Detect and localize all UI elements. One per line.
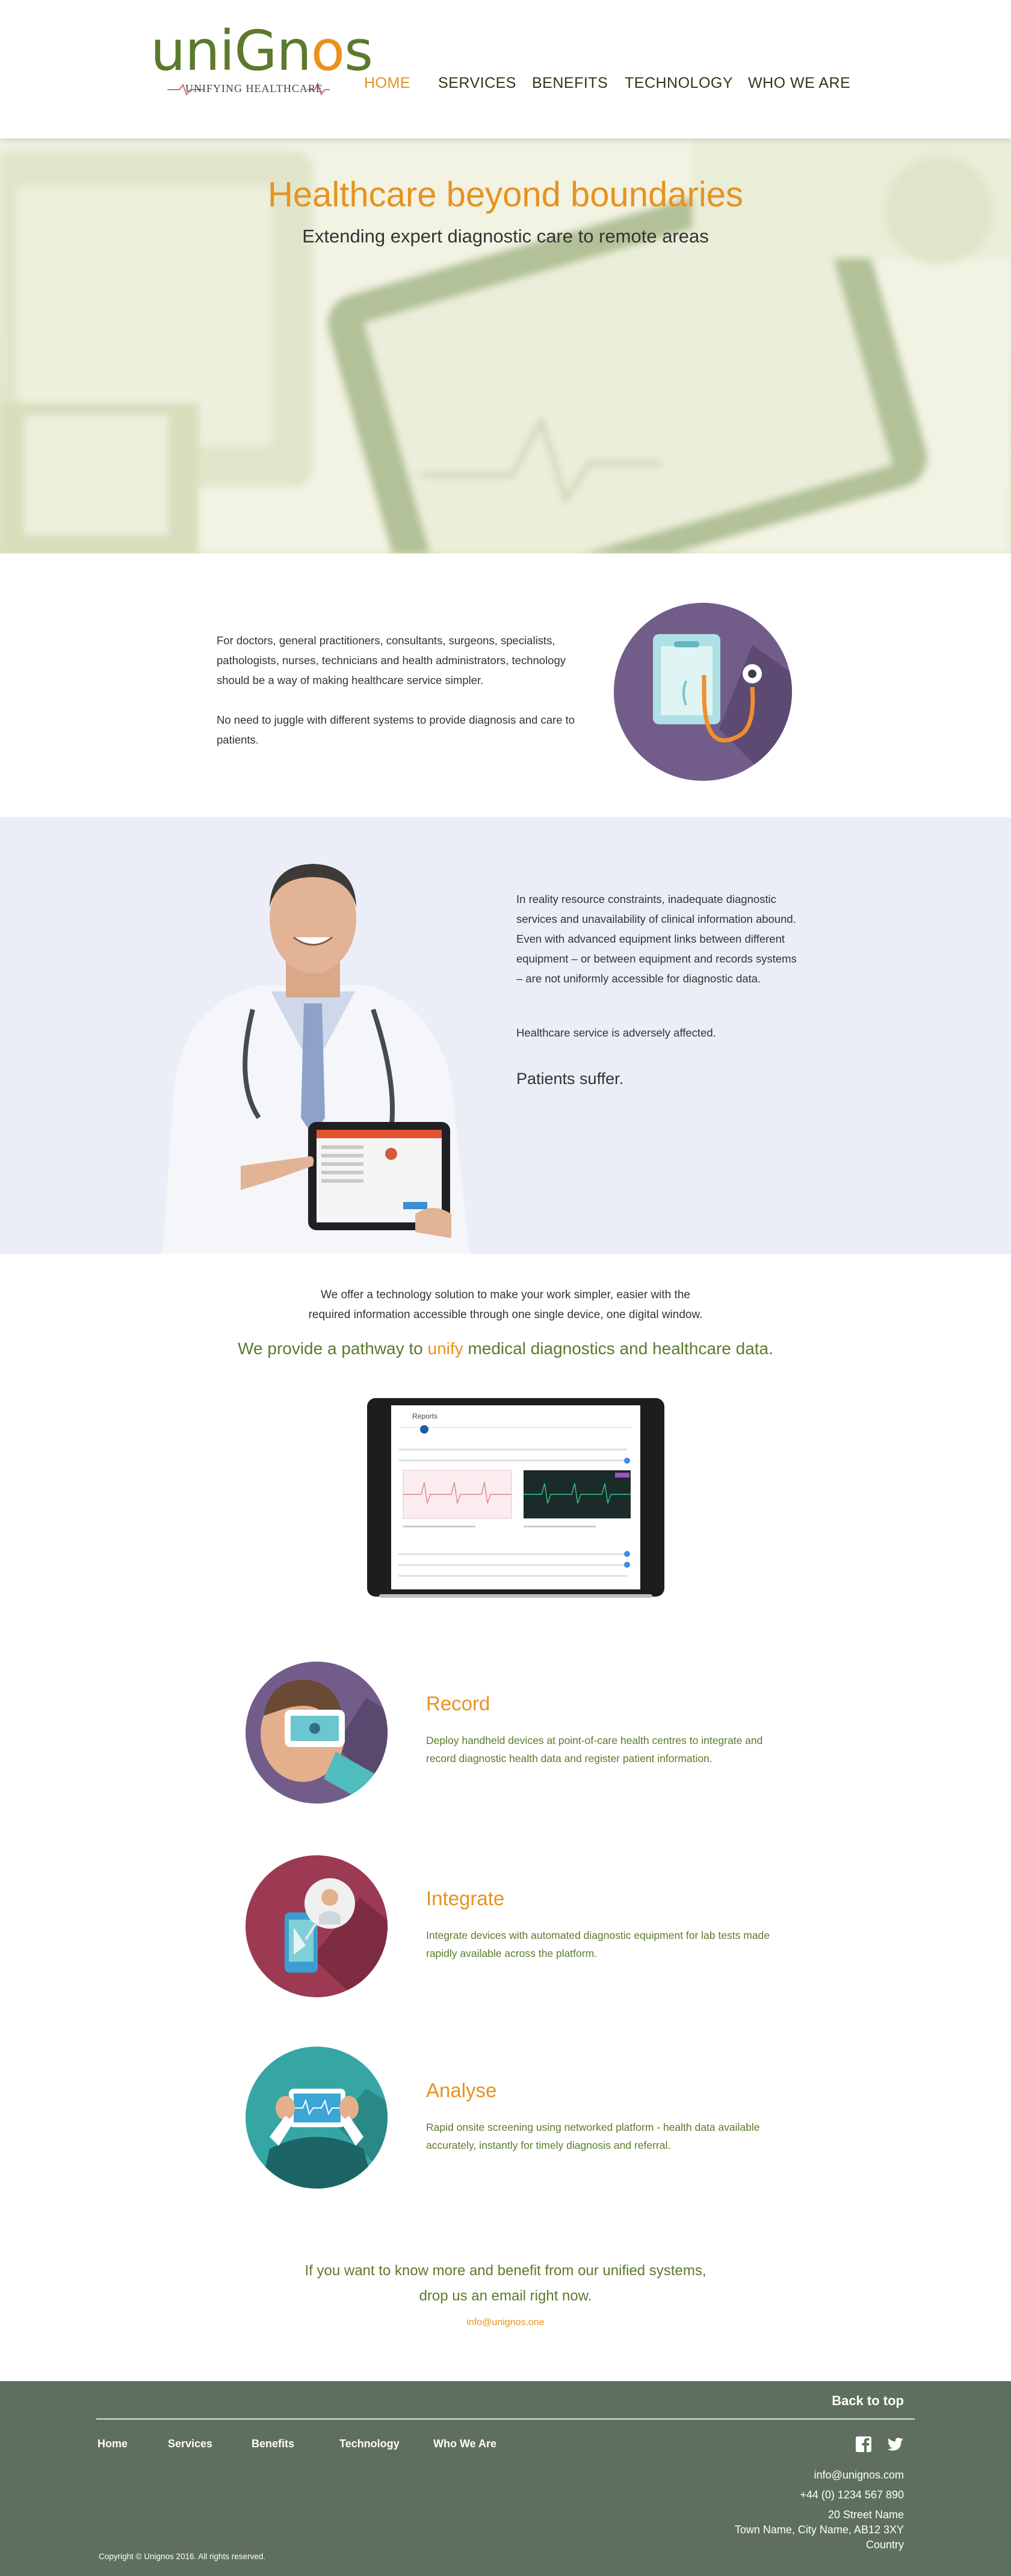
problem-section: In reality resource constraints, inadequ… [0,817,1011,1254]
feature-title-analyse: Analyse [426,2079,497,2101]
cta-line-2: drop us an email right now. [419,2288,592,2304]
nav-technology[interactable]: TECHNOLOGY [625,75,733,92]
problem-emphasis: Patients suffer. [516,1070,624,1088]
integrate-icon [246,1855,388,1997]
hero-subtitle: Extending expert diagnostic care to remo… [302,226,709,247]
svg-text:Reports: Reports [412,1412,437,1420]
footer-email-link[interactable]: info@unignos.com [735,2465,904,2485]
logo-wordmark: uniGnos [150,19,373,83]
nav-who-we-are[interactable]: WHO WE ARE [748,75,850,92]
nav-benefits[interactable]: BENEFITS [532,75,608,92]
problem-paragraph-2: Healthcare service is adversely affected… [516,1026,716,1039]
doctor-with-tablet-image [162,864,469,1254]
facebook-icon[interactable] [855,2435,873,2453]
footer-address-line-3: Country [865,2539,904,2551]
intro-paragraph: For doctors, general practitioners, cons… [217,634,566,686]
site-footer: Back to top Home Services Benefits Techn… [0,2381,1011,2576]
footer-divider [96,2418,915,2420]
intro-paragraph-2: No need to juggle with different systems… [217,713,575,746]
back-to-top-link[interactable]: Back to top [832,2393,904,2409]
footer-nav-services[interactable]: Services [168,2438,212,2450]
twitter-icon[interactable] [886,2435,904,2453]
solution-text: We offer a technology solution to make y… [0,1285,1011,1325]
feature-title-integrate: Integrate [426,1887,505,1909]
stethoscope-tablet-icon [614,603,792,781]
footer-nav-who-we-are[interactable]: Who We Are [433,2438,496,2450]
feature-desc-record: Deploy handheld devices at point-of-care… [426,1734,763,1764]
footer-nav-benefits[interactable]: Benefits [252,2438,294,2450]
logo[interactable]: uniGnos UNIFYING HEALTHCARE [150,21,373,100]
footer-nav-technology[interactable]: Technology [339,2438,400,2450]
nav-home[interactable]: HOME [364,75,410,92]
site-header: uniGnos UNIFYING HEALTHCARE HOME SERVICE… [0,0,1011,138]
solution-line-1: We offer a technology solution to make y… [321,1289,690,1301]
analyse-icon [246,2047,388,2189]
record-icon [246,1662,388,1804]
cta-line-1: If you want to know more and benefit fro… [305,2263,706,2279]
footer-phone: +44 (0) 1234 567 890 [800,2489,904,2501]
reports-tablet-image: Reports [367,1398,664,1598]
nav-services[interactable]: SERVICES [438,75,516,92]
feature-desc-analyse: Rapid onsite screening using networked p… [426,2121,760,2151]
feature-title-record: Record [426,1692,490,1715]
hero-banner: Healthcare beyond boundaries Extending e… [0,138,1011,553]
feature-desc-integrate: Integrate devices with automated diagnos… [426,1929,770,1959]
footer-nav-home[interactable]: Home [97,2438,128,2450]
solution-line-2: required information accessible through … [308,1308,703,1321]
cta-text: If you want to know more and benefit fro… [0,2258,1011,2309]
copyright-text: Copyright © Unignos 2016. All rights res… [99,2552,266,2561]
hero-title: Healthcare beyond boundaries [268,175,743,214]
solution-pathway-heading: We provide a pathway to unify medical di… [238,1339,773,1358]
problem-paragraph: In reality resource constraints, inadequ… [516,893,797,985]
cta-email-link[interactable]: info@unignos.one [0,2317,1011,2328]
footer-contact: info@unignos.com +44 (0) 1234 567 890 20… [735,2465,904,2553]
logo-tagline: UNIFYING HEALTHCARE [167,76,330,100]
footer-address-line-1: 20 Street Name [827,2509,904,2521]
footer-address-line-2: Town Name, City Name, AB12 3XY [734,2524,904,2536]
